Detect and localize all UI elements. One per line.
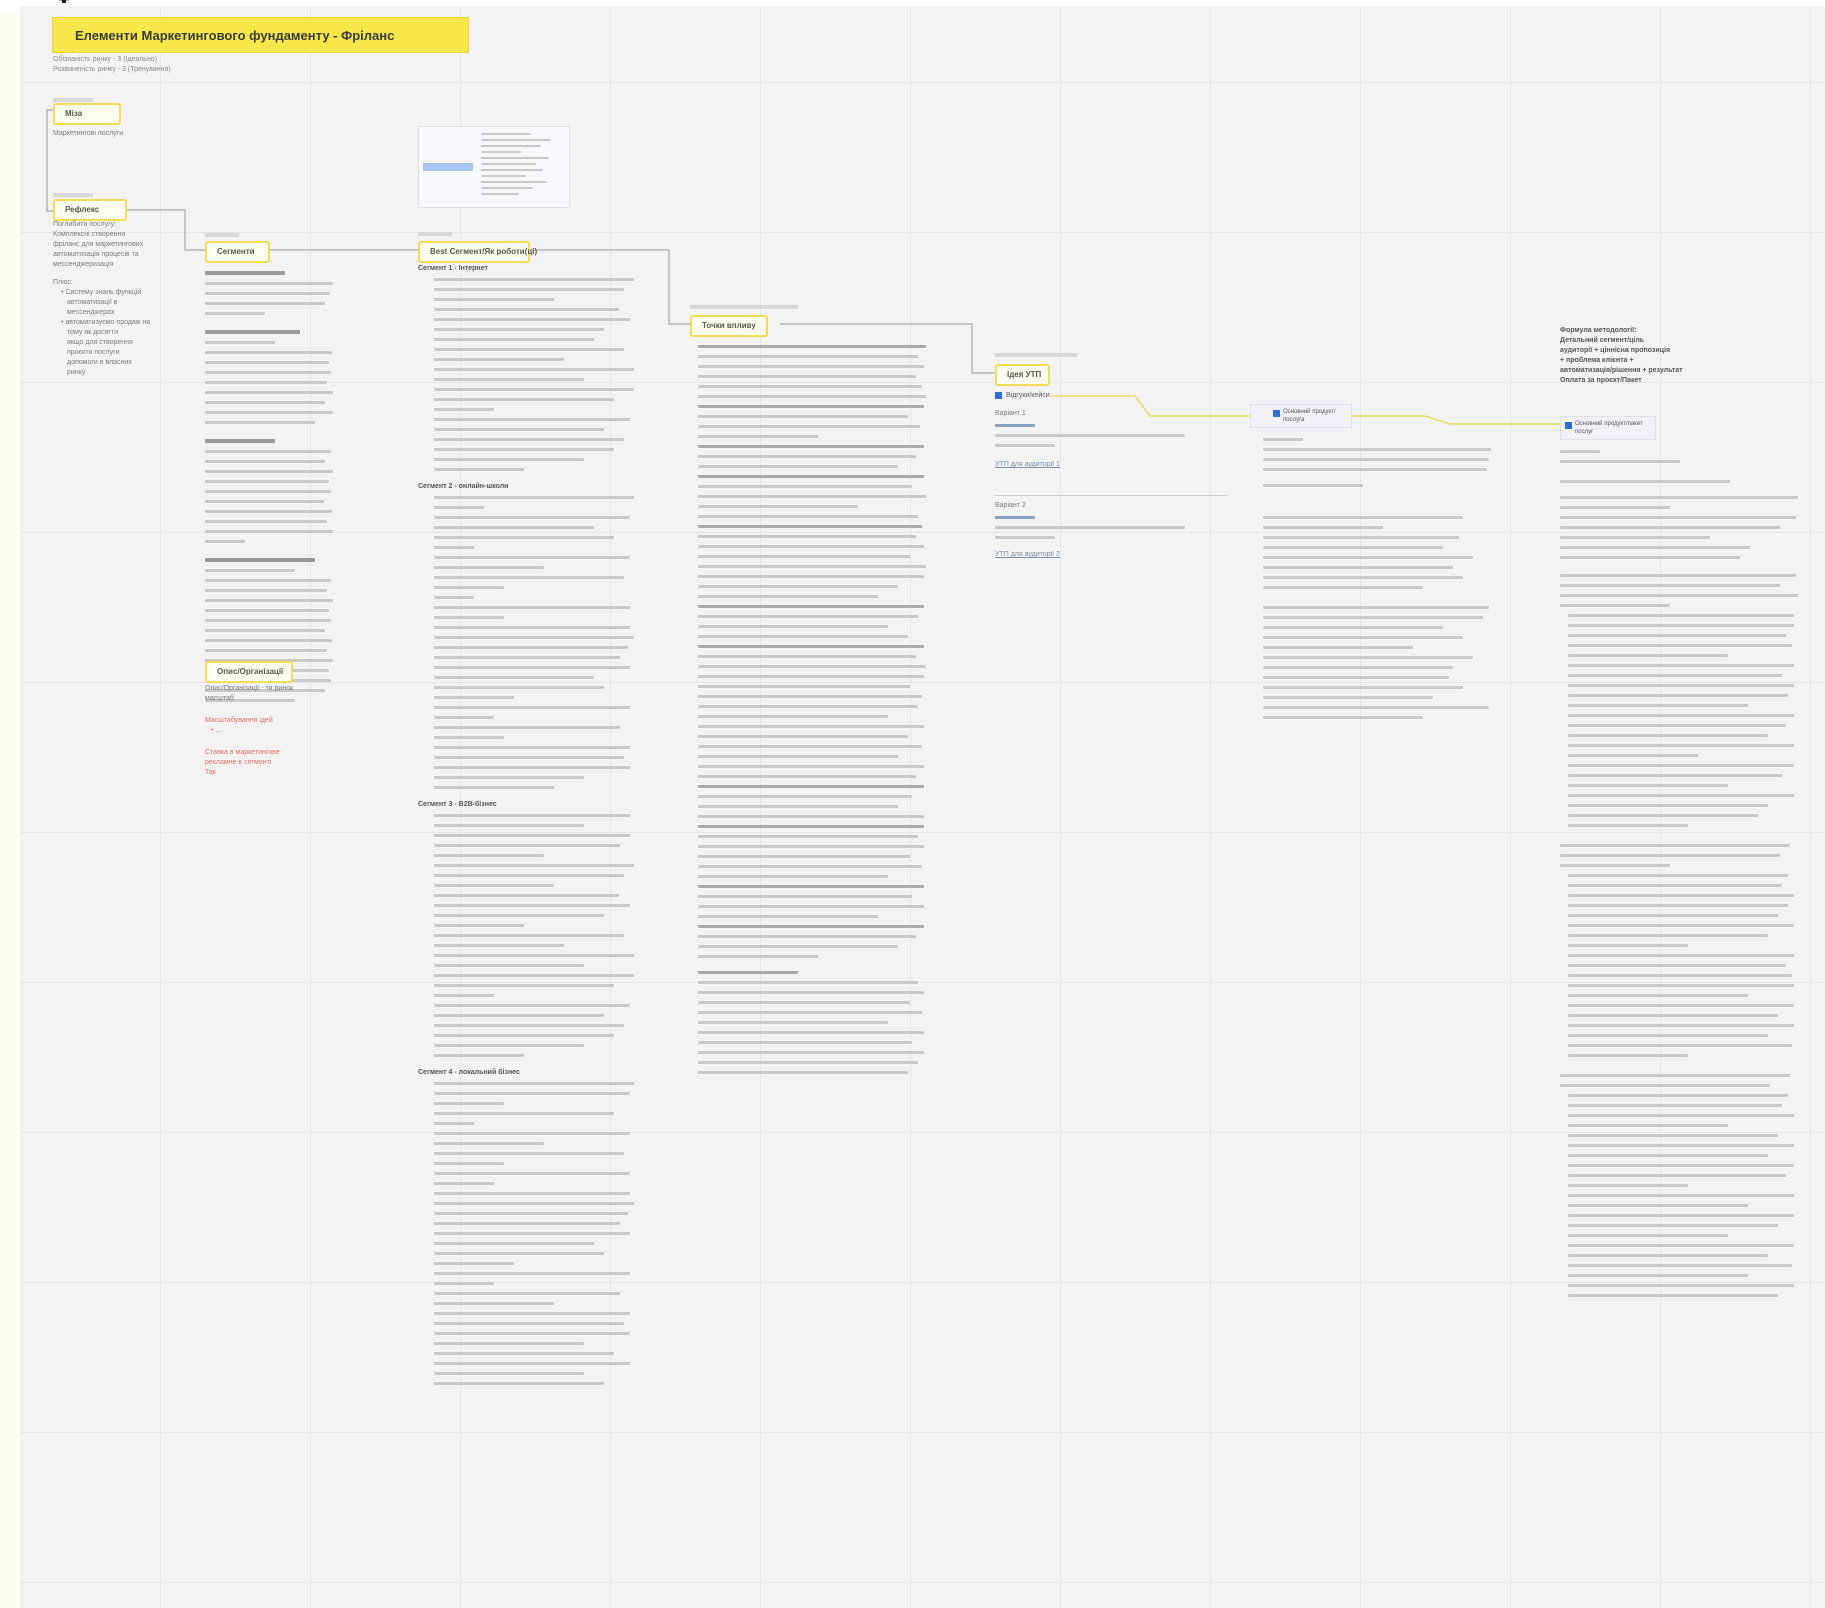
hunt-bullet-cont: автоматизації в [67, 299, 118, 306]
hunt-bullet-cont: проєкти послуги [67, 349, 120, 356]
hunt-bullet-cont: якщо для створення [67, 339, 133, 346]
end-product-label: Основний продукт/пакет послуг [1575, 421, 1643, 435]
offer-version-2: Варіант 2 [995, 502, 1026, 509]
org-red-line: Так [205, 769, 216, 776]
embedded-thumbnail[interactable] [418, 126, 570, 208]
node-product[interactable]: Основний продукт/послуга [1250, 404, 1352, 428]
node-end-product[interactable]: Основний продукт/пакет послуг [1560, 416, 1656, 440]
board-subtitle-1: Обізнаність ринку - 3 (Ідеально) [53, 56, 158, 63]
segments-notes [205, 264, 335, 705]
node-segments[interactable]: Сегменти [205, 241, 270, 263]
org-red-line: Масштабування ідей [205, 717, 273, 724]
node-touchpoints[interactable]: Точки впливу [690, 315, 768, 337]
segment-lines [418, 274, 668, 474]
node-hunt[interactable]: Рефлекс [53, 199, 127, 221]
offer-link-1[interactable]: УТП для аудиторії 1 [995, 460, 1060, 470]
offer-version-1: Варіант 1 [995, 410, 1026, 417]
board-title-banner[interactable]: Елементи Маркетингового фундаменту - Фрі… [52, 17, 469, 53]
org-red-line: Ставка в маркетингове [205, 749, 280, 756]
node-mind[interactable]: Міза [53, 103, 121, 125]
segment-lines [418, 810, 668, 1060]
hunt-bullet-cont: мессенджерах [67, 309, 115, 316]
hunt-bullet: • автоматизуємо продаж на [61, 319, 151, 326]
checkbox-checked-icon[interactable] [1565, 422, 1572, 429]
org-line: Опис/Організації - ти ринок [205, 685, 294, 692]
heading-line: автоматизація/рішення + результат [1560, 367, 1683, 374]
product-label: Основний продукт/послуга [1283, 409, 1336, 423]
offer-link-2[interactable]: УТП для аудиторії 2 [995, 550, 1060, 560]
touchpoints-notes [698, 341, 928, 1078]
node-mind-note: Маркетингові послуги [53, 130, 124, 137]
org-red-line: • ... [211, 727, 222, 734]
segment-lines [418, 492, 668, 792]
jobs-notes: Сегмент 1 - Інтернет Сегмент 2 - онлайн-… [418, 264, 668, 1388]
thumbnail-lines [481, 131, 561, 197]
hunt-desc-line: Поглибити послугу: [53, 221, 117, 228]
hunt-bullet: • Систему знань функцій [61, 289, 142, 296]
node-header-bar [53, 98, 93, 102]
checkbox-checked-icon[interactable] [995, 391, 1002, 399]
hunt-desc-line: Комплексні створення [53, 231, 126, 238]
hunt-bullet-cont: тому як досягти [67, 329, 119, 336]
node-offer[interactable]: Ідея УТП [995, 364, 1050, 386]
heading-line: Оплата за проєкт/Пакет [1560, 377, 1642, 384]
hunt-plus-label: Плюс: [53, 279, 73, 286]
segment-lines [418, 1078, 668, 1388]
connector-product-end [1350, 415, 1560, 425]
offer-version-2-lines [995, 512, 1195, 542]
product-notes [1263, 434, 1493, 723]
org-red-line: рекламне в сегменті [205, 759, 272, 766]
divider [995, 495, 1228, 496]
heading-line: + проблема клієнта + [1560, 357, 1634, 364]
checkbox-checked-icon[interactable] [1273, 410, 1280, 417]
node-header-bar [53, 193, 93, 197]
node-header-bar [995, 353, 1077, 357]
hunt-bullet-cont: ринку [67, 369, 86, 376]
segment-title: Сегмент 3 - B2B-бізнес [418, 801, 497, 808]
node-organization[interactable]: Опис/Організації [205, 661, 293, 683]
hunt-desc-line: фріланс для маркетингових [53, 241, 144, 248]
node-jobs[interactable]: Best Сегмент/Як роботи(ці) [418, 241, 537, 263]
segment-title: Сегмент 1 - Інтернет [418, 265, 488, 272]
end-product-heading: Формула методології: Детальний сегмент/ц… [1560, 326, 1720, 386]
node-header-bar [418, 232, 452, 236]
hunt-desc-line: мессенджеризація [53, 261, 114, 268]
offer-checklist-item[interactable]: Відгуки/кейси [995, 391, 1050, 401]
connector-offer-product [1050, 395, 1250, 417]
whiteboard-canvas[interactable]: Елементи Маркетингового фундаменту - Фрі… [20, 6, 1825, 1608]
board-subtitle-2: Розвиненість ринку - 3 (Тренування) [53, 66, 171, 73]
org-line: масштаб [205, 695, 234, 702]
thumbnail-highlight [423, 163, 473, 171]
hunt-description: Поглибити послугу: Комплексні створення … [53, 220, 150, 378]
segment-title: Сегмент 2 - онлайн-школи [418, 483, 509, 490]
node-header-bar [690, 305, 798, 309]
segment-title: Сегмент 4 - локальний бізнес [418, 1069, 520, 1076]
heading-line: аудиторії + ціннісна пропозиція [1560, 347, 1671, 354]
node-header-bar [205, 233, 239, 237]
heading-line: Формула методології: [1560, 327, 1637, 334]
end-product-notes [1560, 446, 1800, 1300]
heading-line: Детальний сегмент/ціль [1560, 337, 1645, 344]
hunt-bullet-cont: допомоги в власних [67, 359, 132, 366]
org-notes: Опис/Організації - ти ринок масштаб Масш… [205, 684, 293, 778]
offer-version-1-lines [995, 420, 1195, 450]
hunt-desc-line: автоматизація процесів та [53, 251, 139, 258]
